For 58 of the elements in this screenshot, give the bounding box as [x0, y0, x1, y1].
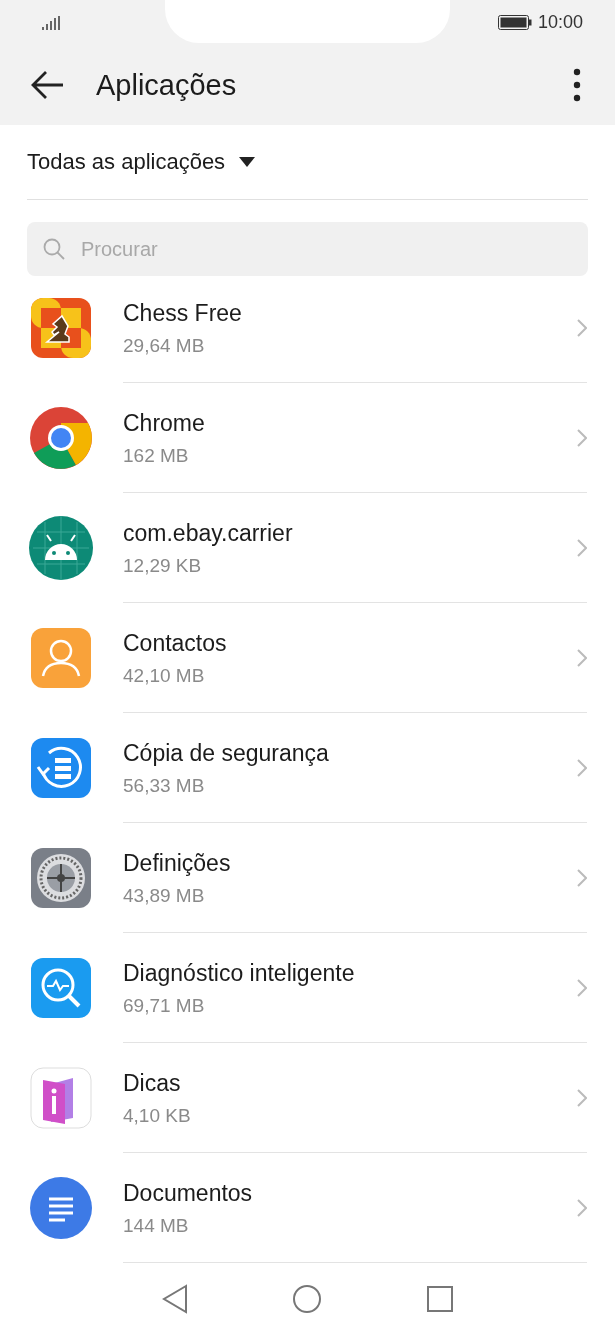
chevron-icon	[577, 319, 587, 337]
search-icon	[43, 238, 65, 260]
app-size: 42,10 MB	[123, 664, 206, 687]
gear-icon	[29, 846, 93, 910]
chess-board-icon	[29, 296, 93, 360]
app-list-item[interactable]: Chess Free 29,64 MB	[0, 273, 615, 383]
app-list-item[interactable]: Chrome 162 MB	[0, 383, 615, 493]
app-name: Chrome	[123, 409, 206, 437]
app-list-item[interactable]: Definições 43,89 MB	[0, 823, 615, 933]
app-name: Documentos	[123, 1179, 254, 1207]
app-size: 4,10 KB	[123, 1104, 192, 1127]
circle-logo-icon	[29, 406, 93, 470]
app-name: Cópia de segurança	[123, 739, 330, 767]
recents-nav-icon[interactable]	[425, 1284, 454, 1313]
chevron-icon	[577, 1199, 587, 1217]
caret-icon	[239, 157, 256, 167]
back-arrow-icon[interactable]	[30, 70, 64, 100]
app-list-item[interactable]: com.ebay.carrier 12,29 KB	[0, 493, 615, 603]
status-time: 10:00	[537, 12, 583, 33]
info-icon	[29, 1066, 93, 1130]
app-list-item[interactable]: Dicas 4,10 KB	[0, 1043, 615, 1153]
filter-dropdown[interactable]: Todas as aplicações	[27, 149, 256, 175]
app-size: 29,64 MB	[123, 334, 206, 357]
app-name: Dicas	[123, 1069, 182, 1097]
android-icon	[29, 516, 93, 580]
page-title: Aplicações	[96, 68, 238, 102]
chevron-icon	[577, 429, 587, 447]
app-list-item[interactable]: Documentos 144 MB	[0, 1153, 615, 1263]
chevron-icon	[577, 649, 587, 667]
back-nav-icon[interactable]	[161, 1283, 188, 1314]
app-size: 56,33 MB	[123, 774, 206, 797]
search-field[interactable]: Procurar	[27, 222, 588, 276]
app-name: Definições	[123, 849, 232, 877]
app-size: 69,71 MB	[123, 994, 206, 1017]
backup-icon	[29, 736, 93, 800]
app-list-item[interactable]: Contactos 42,10 MB	[0, 603, 615, 713]
app-size: 162 MB	[123, 444, 190, 467]
app-size: 144 MB	[123, 1214, 190, 1237]
chevron-icon	[577, 539, 587, 557]
more-options-icon[interactable]	[573, 68, 581, 102]
battery-icon	[497, 15, 532, 30]
chevron-icon	[577, 869, 587, 887]
app-name: Contactos	[123, 629, 228, 657]
contact-icon	[29, 626, 93, 690]
document-icon	[29, 1176, 93, 1240]
chevron-icon	[577, 979, 587, 997]
chevron-icon	[577, 759, 587, 777]
app-name: com.ebay.carrier	[123, 519, 294, 547]
app-list-item[interactable]: Diagnóstico inteligente 69,71 MB	[0, 933, 615, 1043]
app-list-item[interactable]: Cópia de segurança 56,33 MB	[0, 713, 615, 823]
app-name: Chess Free	[123, 299, 243, 327]
signal-icon	[42, 15, 60, 30]
magnifier-icon	[29, 956, 93, 1020]
chevron-icon	[577, 1089, 587, 1107]
app-size: 12,29 KB	[123, 554, 203, 577]
app-size: 43,89 MB	[123, 884, 206, 907]
app-name: Diagnóstico inteligente	[123, 959, 356, 987]
home-nav-icon[interactable]	[291, 1283, 322, 1314]
